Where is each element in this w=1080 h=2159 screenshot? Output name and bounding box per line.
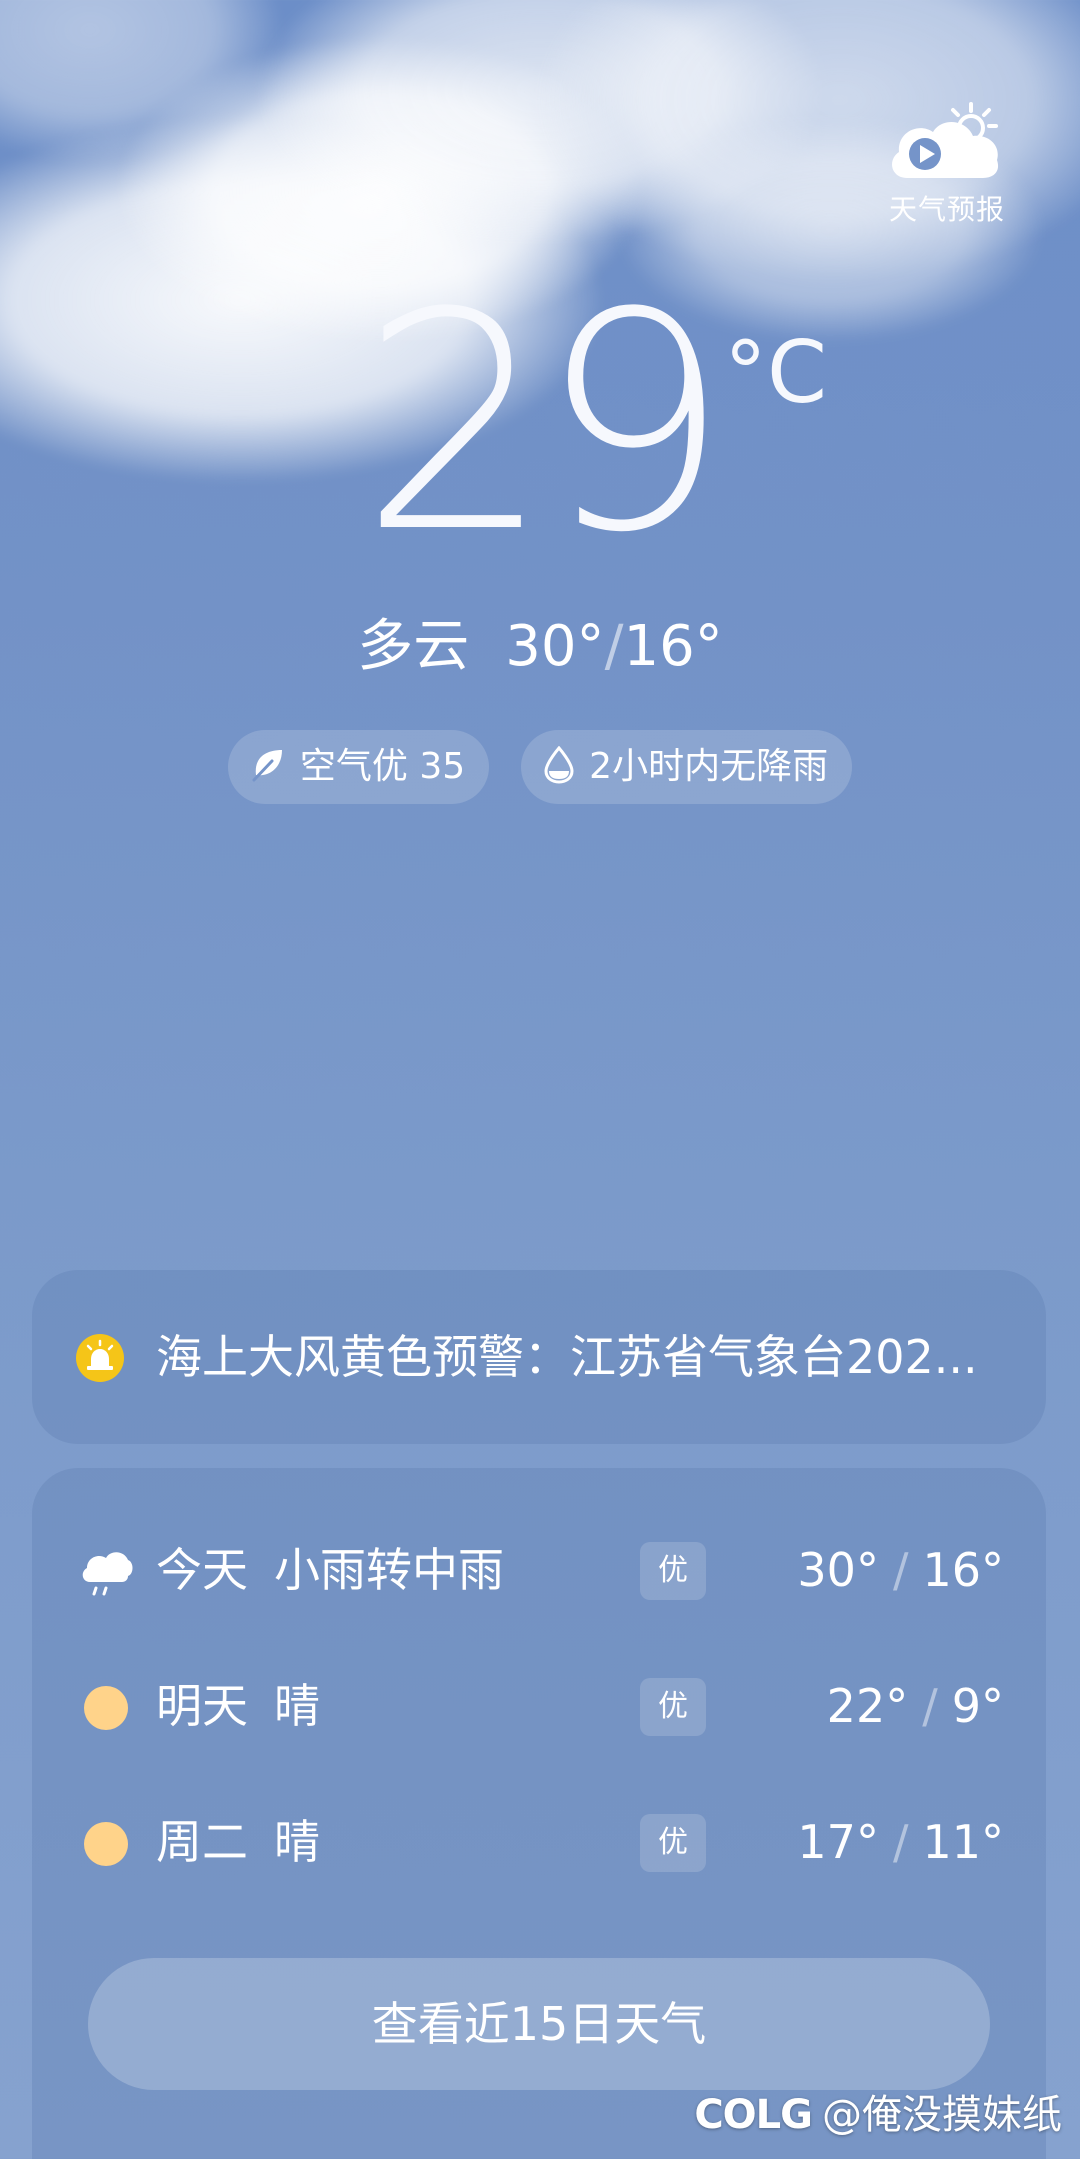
water-drop-icon	[544, 745, 574, 784]
temperature-unit: °C	[724, 323, 828, 423]
range-separator: /	[892, 1815, 909, 1869]
current-high: 30°	[505, 614, 605, 679]
rain-cloud-icon	[82, 1552, 133, 1596]
precipitation-label: 2小时内无降雨	[589, 746, 829, 787]
sun-icon	[84, 1822, 128, 1866]
weather-video-icon	[892, 102, 999, 178]
view-15-day-forecast-button[interactable]: 查看近15日天气	[88, 1958, 990, 2090]
weather-forecast-video-button[interactable]: 天气预报	[872, 98, 1022, 238]
forecast-low: 16°	[922, 1543, 1004, 1597]
weather-forecast-label: 天气预报	[888, 193, 1005, 226]
forecast-condition: 晴	[274, 1679, 320, 1733]
forecast-day-label: 周二晴	[156, 1782, 320, 1902]
info-pills: 空气优 35 2小时内无降雨	[0, 730, 1080, 804]
forecast-high: 17°	[797, 1815, 879, 1869]
precipitation-pill[interactable]: 2小时内无降雨	[521, 730, 853, 804]
forecast-day: 明天	[156, 1679, 248, 1733]
forecast-condition: 晴	[274, 1815, 320, 1869]
current-low: 16°	[623, 614, 723, 679]
sun-icon	[84, 1686, 128, 1730]
alert-siren-icon	[76, 1334, 124, 1382]
forecast-low: 11°	[922, 1815, 1004, 1869]
forecast-card: 今天 小雨转中雨 优 30°/16° 明天晴 优 22°/9° 周二晴 优 17°…	[32, 1468, 1046, 2159]
leaf-icon	[252, 750, 282, 782]
forecast-high: 30°	[797, 1543, 879, 1597]
forecast-temp-range: 17°/11°	[797, 1782, 1004, 1902]
forecast-temp-range: 22°/9°	[827, 1646, 1004, 1766]
forecast-low: 9°	[951, 1679, 1004, 1733]
forecast-day: 周二	[156, 1815, 248, 1869]
high-low-separator: /	[604, 614, 624, 679]
aqi-badge: 优	[640, 1678, 706, 1736]
forecast-row-tomorrow[interactable]: 明天晴 优 22°/9°	[32, 1646, 1046, 1766]
current-temperature: 29	[360, 249, 730, 598]
forecast-condition: 小雨转中雨	[274, 1543, 504, 1597]
aqi-badge: 优	[640, 1542, 706, 1600]
watermark: COLG @俺没摸妹纸	[694, 2083, 1062, 2147]
current-condition: 多云	[357, 614, 470, 679]
range-separator: /	[892, 1543, 909, 1597]
current-condition-summary: 多云 30°/16°	[0, 612, 1080, 682]
watermark-text: @俺没摸妹纸	[822, 2092, 1062, 2138]
forecast-row-tuesday[interactable]: 周二晴 优 17°/11°	[32, 1782, 1046, 1902]
weather-alert-card[interactable]: 海上大风黄色预警：江苏省气象台202...	[32, 1270, 1046, 1444]
range-separator: /	[922, 1679, 938, 1733]
aqi-badge: 优	[640, 1814, 706, 1872]
forecast-day: 今天	[156, 1543, 248, 1597]
colg-logo: COLG	[694, 2092, 813, 2138]
current-temperature-block: 29 °C	[0, 274, 1080, 600]
weather-alert-text: 海上大风黄色预警：江苏省气象台202...	[156, 1330, 978, 1384]
forecast-day-label: 明天晴	[156, 1646, 320, 1766]
forecast-temp-range: 30°/16°	[797, 1510, 1004, 1630]
air-quality-pill[interactable]: 空气优 35	[227, 730, 490, 804]
air-quality-label: 空气优 35	[299, 746, 466, 787]
forecast-row-today[interactable]: 今天 小雨转中雨 优 30°/16°	[32, 1510, 1046, 1630]
forecast-day-label: 今天 小雨转中雨	[156, 1510, 504, 1630]
forecast-high: 22°	[826, 1679, 909, 1733]
